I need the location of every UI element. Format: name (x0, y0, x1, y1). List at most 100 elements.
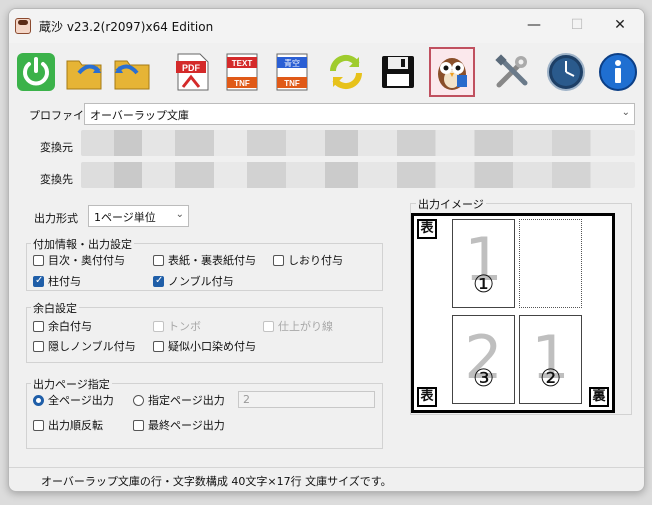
specified-pages-radio[interactable]: 指定ページ出力 (133, 392, 225, 408)
radio-dot (33, 394, 44, 406)
checkbox-box (33, 340, 44, 352)
trim-line-checkbox[interactable]: 仕上がり線 (263, 318, 333, 334)
page-order: ① (472, 270, 495, 298)
page-number-checkbox[interactable]: ノンブル付与 (153, 273, 234, 289)
open-folder-back-button[interactable] (109, 47, 155, 97)
tools-icon (495, 54, 528, 88)
output-preview: 表 1 ① 2 ③ 1 ② 表 裏 (411, 213, 615, 413)
svg-text:青空: 青空 (284, 58, 300, 68)
edge-dye-checkbox[interactable]: 疑似小口染め付与 (153, 338, 256, 354)
toc-label: 目次・奥付付与 (48, 254, 125, 267)
output-format-value: 1ページ単位 (94, 211, 156, 224)
running-head-checkbox[interactable]: 柱付与 (33, 273, 81, 289)
aozora-tnf-icon: 青空 TNF (276, 53, 308, 91)
checkbox-box (33, 275, 44, 287)
radio-dot (133, 394, 144, 406)
front-tag: 表 (417, 219, 437, 239)
status-bar: オーバーラップ文庫の行・文字数構成 40文字×17行 文庫サイズです。 (9, 467, 644, 491)
last-page-label: 最終ページ出力 (148, 419, 225, 432)
chevron-down-icon: ⌄ (621, 107, 630, 118)
clock-button[interactable] (543, 47, 589, 97)
minimize-button[interactable]: — (512, 9, 556, 43)
running-head-label: 柱付与 (48, 275, 81, 288)
page-order: ③ (472, 364, 495, 392)
output-format-label: 出力形式 (34, 212, 78, 225)
bookmark-label: しおり付与 (288, 254, 343, 267)
svg-text:TNF: TNF (284, 79, 300, 88)
last-page-checkbox[interactable]: 最終ページ出力 (133, 417, 225, 433)
svg-text:TNF: TNF (234, 79, 250, 88)
power-button[interactable] (13, 47, 59, 97)
checkbox-box (33, 254, 44, 266)
svg-text:PDF: PDF (182, 63, 201, 73)
status-text: オーバーラップ文庫の行・文字数構成 40文字×17行 文庫サイズです。 (41, 475, 392, 488)
page-spec-title: 出力ページ指定 (31, 376, 112, 392)
preview-title: 出力イメージ (416, 196, 486, 212)
specified-pages-input[interactable]: 2 (238, 391, 375, 408)
cover-label: 表紙・裏表紙付与 (168, 254, 256, 267)
preview-page-3: 1 ② (519, 315, 582, 404)
folder-forward-icon (66, 60, 102, 90)
crop-marks-label: トンボ (168, 320, 201, 333)
back-tag: 裏 (589, 387, 609, 407)
page-number-label: ノンブル付与 (168, 275, 234, 288)
hidden-page-number-label: 隠しノンブル付与 (48, 340, 136, 353)
source-path-field[interactable] (81, 130, 635, 156)
app-window: 蔵沙 v23.2(r2097)x64 Edition — ☐ ✕ PDF TEX… (8, 8, 645, 492)
edge-dye-label: 疑似小口染め付与 (168, 340, 256, 353)
close-button[interactable]: ✕ (598, 9, 642, 43)
settings-tools-button[interactable] (489, 47, 535, 97)
output-format-select[interactable]: 1ページ単位 ⌄ (88, 205, 189, 227)
refresh-button[interactable] (323, 47, 369, 97)
checkbox-box (133, 419, 144, 431)
pdf-icon: PDF (176, 53, 209, 91)
all-pages-label: 全ページ出力 (48, 394, 114, 407)
preview-page-blank (519, 219, 582, 308)
text-tnf-icon: TEXT TNF (226, 53, 258, 91)
checkbox-box (263, 320, 274, 332)
all-pages-radio[interactable]: 全ページ出力 (33, 392, 114, 408)
toc-checkbox[interactable]: 目次・奥付付与 (33, 252, 125, 268)
source-label: 変換元 (40, 141, 73, 154)
crop-marks-checkbox[interactable]: トンボ (153, 318, 201, 334)
margin-label: 余白付与 (48, 320, 92, 333)
info-icon (599, 53, 637, 91)
checkbox-box (33, 419, 44, 431)
info-settings-title: 付加情報・出力設定 (31, 236, 134, 252)
svg-text:TEXT: TEXT (232, 59, 253, 68)
margin-settings-group (26, 307, 383, 363)
app-icon (15, 18, 31, 34)
text-tnf-output-button[interactable]: TEXT TNF (219, 47, 265, 97)
preview-page-1: 1 ① (452, 219, 515, 308)
aozora-tnf-output-button[interactable]: 青空 TNF (269, 47, 315, 97)
specified-pages-label: 指定ページ出力 (148, 394, 225, 407)
margin-checkbox[interactable]: 余白付与 (33, 318, 92, 334)
save-disk-icon (382, 56, 414, 88)
save-button[interactable] (375, 47, 421, 97)
pdf-output-button[interactable]: PDF (169, 47, 215, 97)
reverse-order-checkbox[interactable]: 出力順反転 (33, 417, 103, 433)
destination-path-field[interactable] (81, 162, 635, 188)
margin-settings-title: 余白設定 (31, 300, 79, 316)
open-folder-forward-button[interactable] (61, 47, 107, 97)
checkbox-box (153, 254, 164, 266)
checkbox-box (273, 254, 284, 266)
profile-select[interactable]: オーバーラップ文庫 ⌄ (84, 103, 635, 125)
cover-checkbox[interactable]: 表紙・裏表紙付与 (153, 252, 256, 268)
window-title: 蔵沙 v23.2(r2097)x64 Edition (39, 20, 214, 34)
owl-button[interactable] (429, 47, 475, 97)
profile-value: オーバーラップ文庫 (90, 109, 189, 122)
front-tag-bottom: 表 (417, 387, 437, 407)
trim-line-label: 仕上がり線 (278, 320, 333, 333)
power-icon (17, 53, 55, 91)
maximize-button[interactable]: ☐ (555, 9, 599, 43)
checkbox-box (33, 320, 44, 332)
info-button[interactable] (595, 47, 641, 97)
reverse-order-label: 出力順反転 (48, 419, 103, 432)
title-bar: 蔵沙 v23.2(r2097)x64 Edition — ☐ ✕ (9, 9, 644, 43)
owl-icon (438, 58, 467, 90)
hidden-page-number-checkbox[interactable]: 隠しノンブル付与 (33, 338, 136, 354)
bookmark-checkbox[interactable]: しおり付与 (273, 252, 343, 268)
chevron-down-icon: ⌄ (175, 209, 184, 220)
toolbar: PDF TEXT TNF 青空 TNF (9, 43, 644, 101)
